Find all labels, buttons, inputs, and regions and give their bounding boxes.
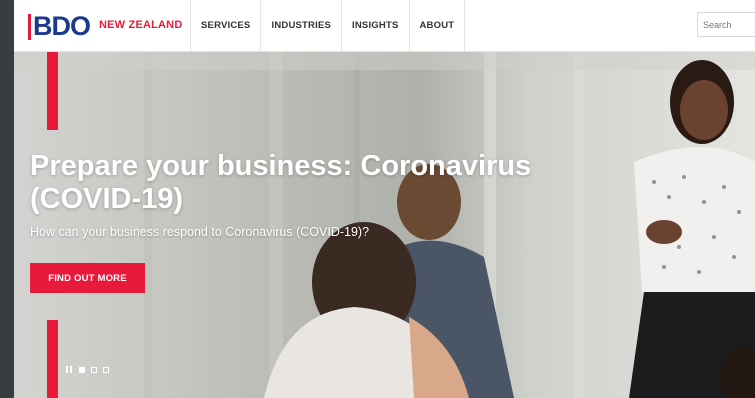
red-accent-top	[47, 52, 58, 130]
red-accent-bottom	[47, 320, 58, 398]
nav-item-insights[interactable]: INSIGHTS	[341, 0, 408, 51]
page: BDO NEW ZEALAND SERVICES INDUSTRIES INSI…	[14, 0, 755, 398]
pause-icon[interactable]	[66, 366, 73, 373]
carousel-dot-3[interactable]	[103, 366, 109, 373]
logo-region: NEW ZEALAND	[99, 19, 183, 31]
bdo-logo[interactable]: BDO NEW ZEALAND	[28, 10, 182, 40]
nav-item-about[interactable]: ABOUT	[408, 0, 466, 51]
logo-red-bar	[28, 14, 31, 40]
carousel-controls	[66, 366, 109, 373]
carousel-dot-2[interactable]	[91, 366, 97, 373]
main-nav: SERVICES INDUSTRIES INSIGHTS ABOUT	[190, 0, 466, 51]
site-header: BDO NEW ZEALAND SERVICES INDUSTRIES INSI…	[14, 0, 755, 52]
hero-subtitle: How can your business respond to Coronav…	[30, 225, 370, 239]
search-input[interactable]	[697, 12, 755, 37]
hero-title: Prepare your business: Coronavirus (COVI…	[30, 150, 532, 215]
find-out-more-button[interactable]: FIND OUT MORE	[30, 263, 145, 293]
hero-banner: Prepare your business: Coronavirus (COVI…	[14, 52, 755, 398]
carousel-dot-1[interactable]	[79, 366, 85, 373]
nav-item-industries[interactable]: INDUSTRIES	[260, 0, 341, 51]
logo-mark: BDO	[28, 10, 91, 41]
nav-item-services[interactable]: SERVICES	[190, 0, 260, 51]
logo-text: BDO	[33, 11, 91, 41]
